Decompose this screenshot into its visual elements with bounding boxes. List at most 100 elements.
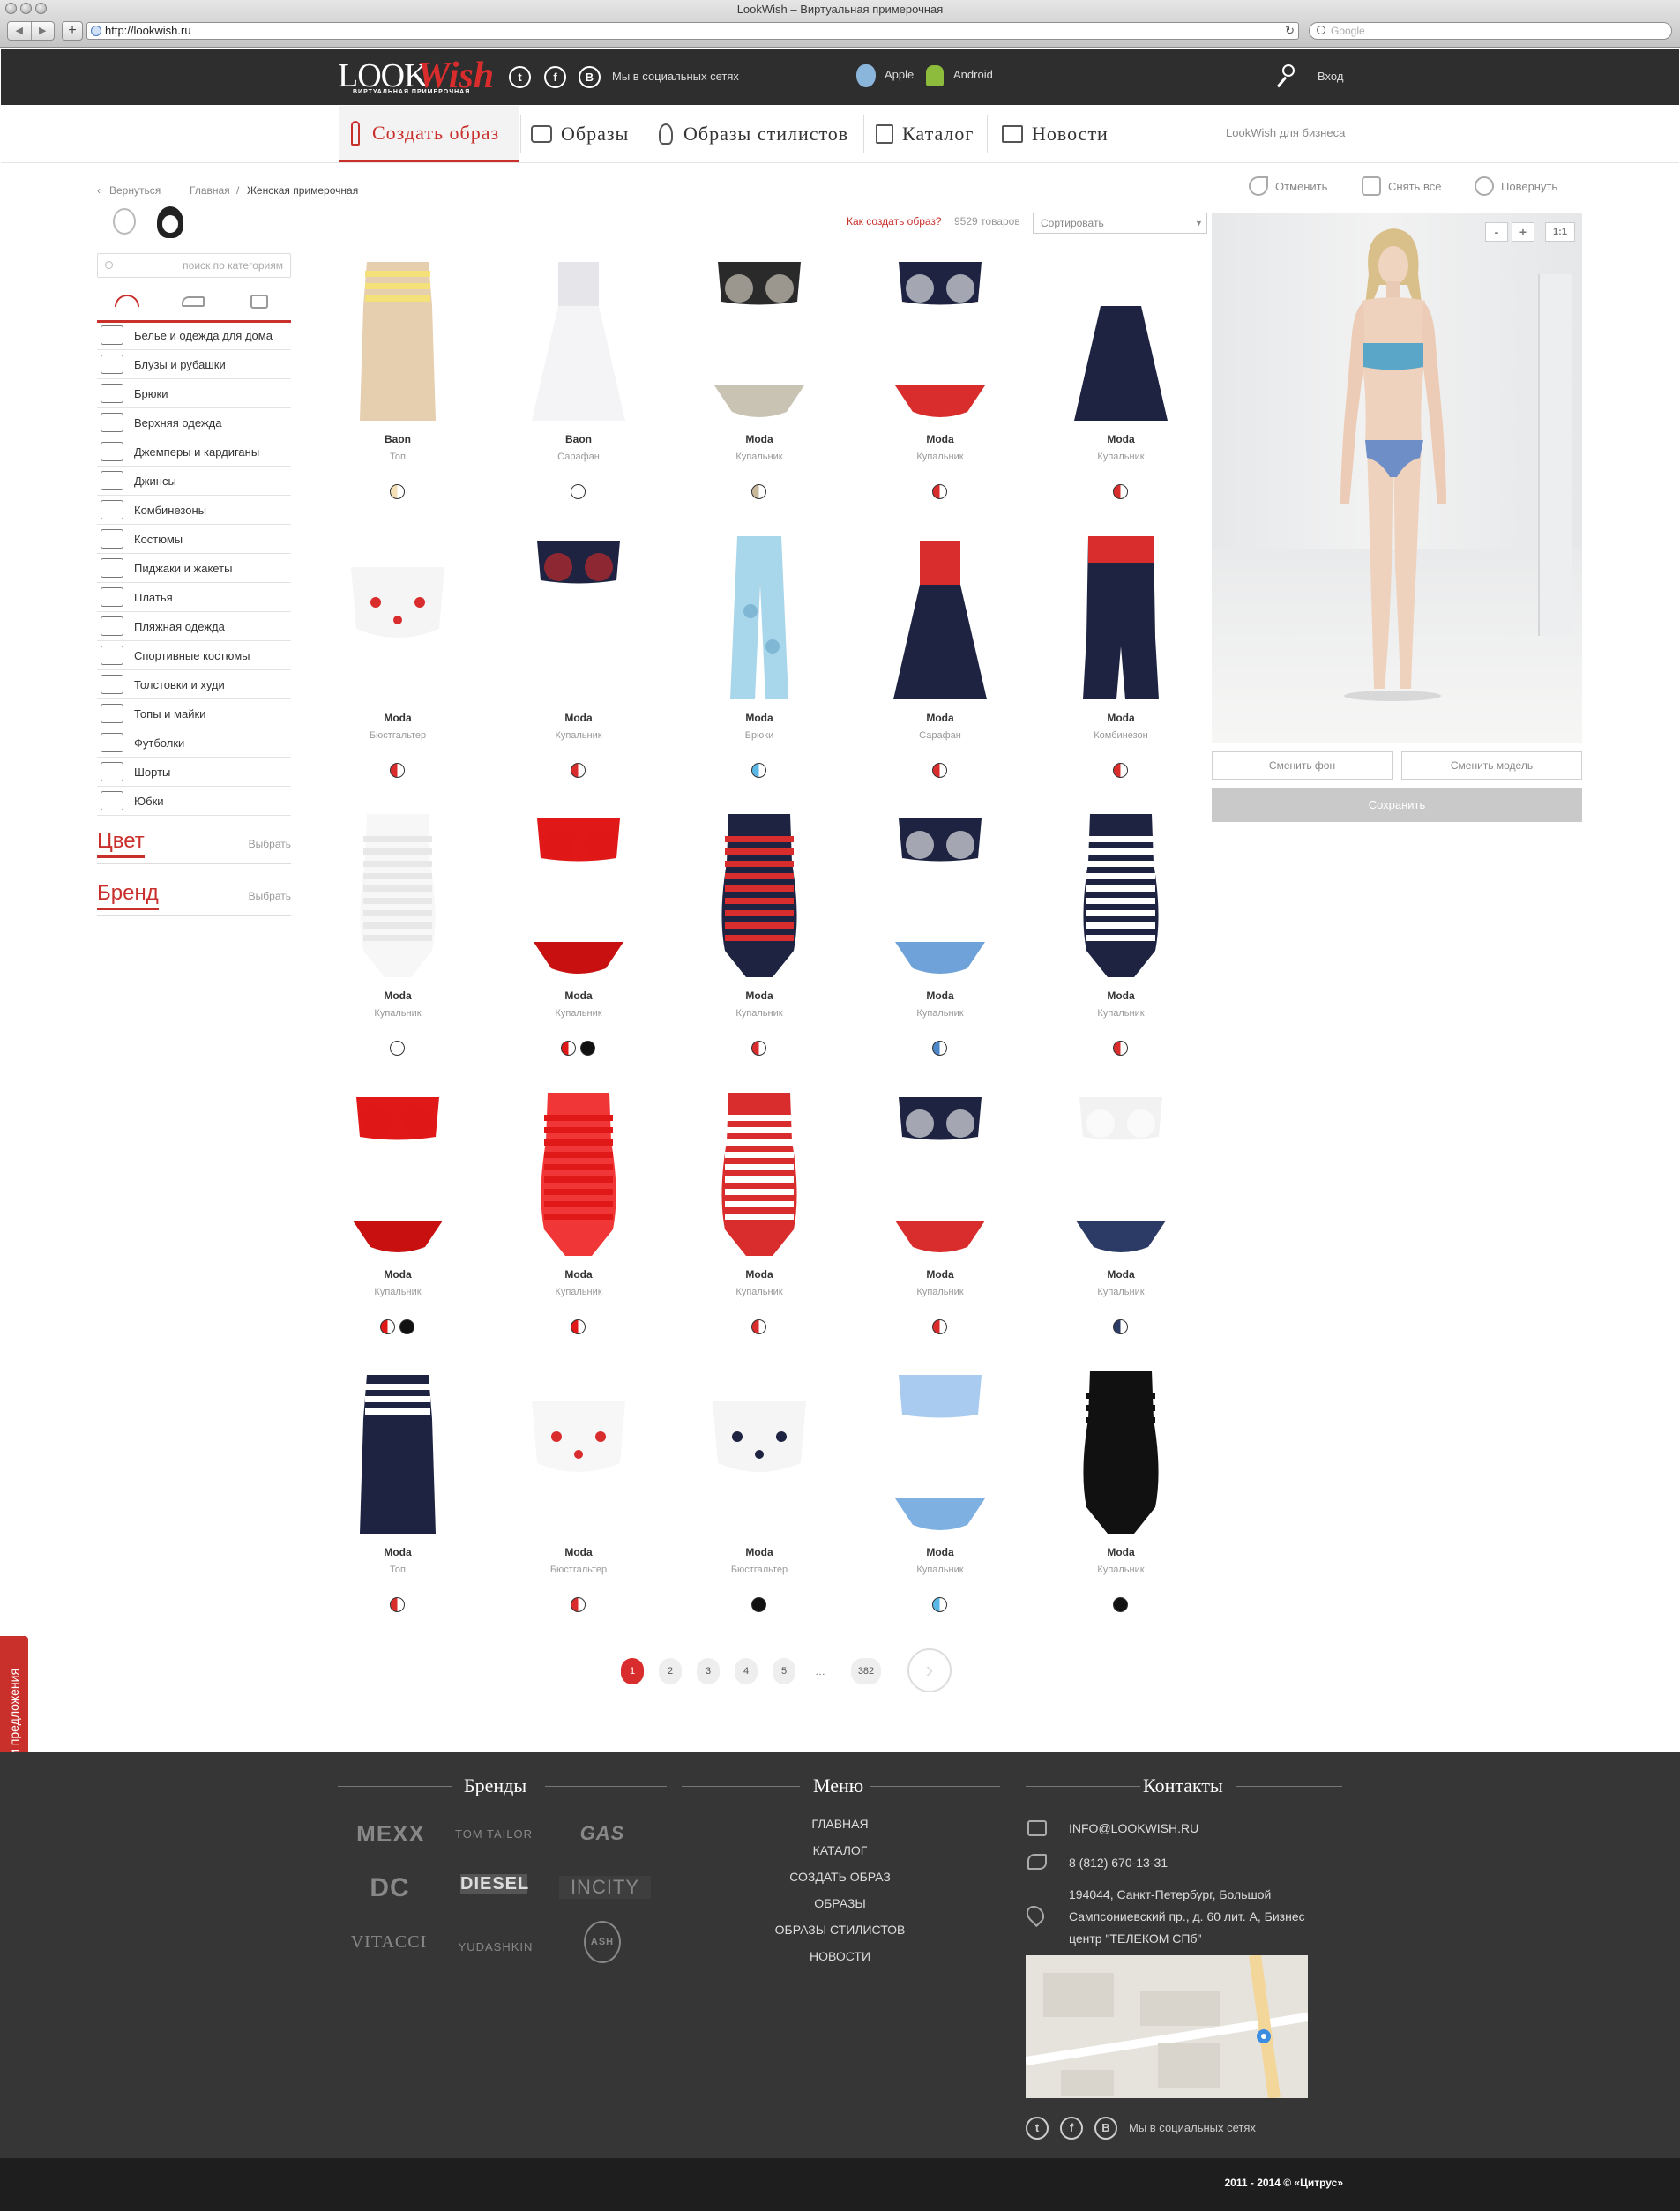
footer-menu-link[interactable]: НОВОСТИ xyxy=(741,1949,939,1963)
product-image[interactable] xyxy=(883,810,997,982)
female-avatar-icon[interactable] xyxy=(153,206,185,242)
business-link[interactable]: LookWish для бизнеса xyxy=(1226,126,1345,139)
minimize-window-button[interactable] xyxy=(20,3,32,14)
zoom-reset-button[interactable]: 1:1 xyxy=(1545,222,1575,242)
zoom-in-button[interactable]: + xyxy=(1512,222,1534,242)
product-image[interactable] xyxy=(883,1088,997,1260)
sidebar-item-category[interactable]: Толстовки и худи xyxy=(97,670,291,699)
change-model-button[interactable]: Сменить модель xyxy=(1401,751,1582,780)
sort-select[interactable]: Сортировать ▼ xyxy=(1033,213,1207,234)
color-swatch[interactable] xyxy=(751,484,766,499)
color-swatch[interactable] xyxy=(561,1041,576,1056)
nav-catalog[interactable]: Каталог xyxy=(876,106,976,162)
product-card[interactable]: Moda Брюки xyxy=(680,532,839,805)
how-to-link[interactable]: Как создать образ? xyxy=(847,215,942,228)
brand-logo-yudashkin[interactable]: YUDASHKIN xyxy=(446,1940,545,1953)
product-card[interactable]: Moda Купальник xyxy=(1042,1088,1200,1362)
product-image[interactable] xyxy=(1064,532,1178,704)
product-image[interactable] xyxy=(702,532,817,704)
new-tab-button[interactable]: + xyxy=(62,21,83,41)
next-page-button[interactable]: › xyxy=(907,1648,952,1692)
zoom-out-button[interactable]: - xyxy=(1485,222,1508,242)
hanger-icon[interactable] xyxy=(115,295,139,307)
brand-logo-tom-tailor[interactable]: TOM TAILOR xyxy=(445,1827,542,1841)
product-image[interactable] xyxy=(521,1366,636,1538)
close-window-button[interactable] xyxy=(5,3,17,14)
sidebar-item-category[interactable]: Брюки xyxy=(97,379,291,408)
undo-button[interactable]: Отменить xyxy=(1249,176,1327,196)
color-swatch[interactable] xyxy=(571,763,586,778)
zoom-window-button[interactable] xyxy=(35,3,47,14)
product-image[interactable] xyxy=(521,1088,636,1260)
product-image[interactable] xyxy=(340,253,455,425)
page-button[interactable]: 3 xyxy=(697,1658,720,1684)
color-swatch[interactable] xyxy=(1113,1319,1128,1334)
sidebar-item-category[interactable]: Футболки xyxy=(97,728,291,758)
nav-create-look[interactable]: Создать образ xyxy=(339,106,519,162)
product-card[interactable]: Moda Купальник xyxy=(499,1088,658,1362)
browser-search-field[interactable]: Google xyxy=(1309,22,1672,40)
color-swatch[interactable] xyxy=(932,1041,947,1056)
nav-news[interactable]: Новости xyxy=(1002,106,1111,162)
color-swatch[interactable] xyxy=(390,1597,405,1612)
product-image[interactable] xyxy=(521,253,636,425)
color-swatch[interactable] xyxy=(571,484,586,499)
key-icon[interactable] xyxy=(1282,64,1295,77)
category-search-input[interactable]: поиск по категориям xyxy=(97,253,291,278)
address-bar[interactable]: http://lookwish.ru ↻ xyxy=(86,22,1299,40)
change-background-button[interactable]: Сменить фон xyxy=(1212,751,1393,780)
page-button[interactable]: 2 xyxy=(659,1658,682,1684)
sidebar-item-category[interactable]: Джинсы xyxy=(97,467,291,496)
product-image[interactable] xyxy=(1064,253,1178,425)
product-card[interactable]: Moda Купальник xyxy=(1042,1366,1200,1640)
footer-menu-link[interactable]: СОЗДАТЬ ОБРАЗ xyxy=(741,1870,939,1884)
product-card[interactable]: Moda Бюстгальтер xyxy=(318,532,477,805)
product-image[interactable] xyxy=(883,1366,997,1538)
color-filter-pick[interactable]: Выбрать xyxy=(249,838,291,850)
product-image[interactable] xyxy=(340,532,455,704)
color-swatch[interactable] xyxy=(751,1041,766,1056)
save-button[interactable]: Сохранить xyxy=(1212,788,1582,822)
color-swatch[interactable] xyxy=(932,763,947,778)
product-card[interactable]: Moda Купальник xyxy=(680,810,839,1083)
product-image[interactable] xyxy=(702,810,817,982)
color-swatch[interactable] xyxy=(1113,1041,1128,1056)
product-card[interactable]: Moda Сарафан xyxy=(861,532,1019,805)
brand-filter[interactable]: Бренд Выбрать xyxy=(97,881,291,916)
brand-logo-ash[interactable]: ASH xyxy=(584,1921,621,1963)
color-swatch[interactable] xyxy=(751,1597,766,1612)
product-card[interactable]: Moda Купальник xyxy=(318,1088,477,1362)
twitter-icon[interactable]: t xyxy=(1026,2117,1049,2140)
product-card[interactable]: Moda Купальник xyxy=(861,1088,1019,1362)
brand-filter-pick[interactable]: Выбрать xyxy=(249,890,291,902)
sidebar-item-category[interactable]: Блузы и рубашки xyxy=(97,350,291,379)
breadcrumb-home[interactable]: Главная xyxy=(190,184,230,197)
product-card[interactable]: Moda Купальник xyxy=(318,810,477,1083)
color-swatch[interactable] xyxy=(580,1041,595,1056)
forward-arrow-icon[interactable]: ▶ xyxy=(30,22,55,40)
product-card[interactable]: Moda Купальник xyxy=(499,532,658,805)
login-link[interactable]: Вход xyxy=(1318,70,1343,83)
color-swatch[interactable] xyxy=(380,1319,395,1334)
product-card[interactable]: Moda Купальник xyxy=(1042,253,1200,527)
back-arrow-icon[interactable]: ◀ xyxy=(8,22,31,40)
product-image[interactable] xyxy=(702,1366,817,1538)
bag-icon[interactable] xyxy=(250,295,268,309)
sidebar-item-category[interactable]: Пиджаки и жакеты xyxy=(97,554,291,583)
color-swatch[interactable] xyxy=(932,484,947,499)
product-image[interactable] xyxy=(1064,1366,1178,1538)
product-card[interactable]: Moda Купальник xyxy=(861,253,1019,527)
twitter-icon[interactable]: t xyxy=(509,66,531,88)
product-image[interactable] xyxy=(1064,810,1178,982)
product-card[interactable]: Moda Купальник xyxy=(680,253,839,527)
sidebar-item-category[interactable]: Платья xyxy=(97,583,291,612)
footer-menu-link[interactable]: ГЛАВНАЯ xyxy=(741,1817,939,1831)
brand-logo-vitacci[interactable]: VITACCI xyxy=(342,1932,436,1953)
android-link[interactable]: Android xyxy=(953,68,993,81)
color-swatch[interactable] xyxy=(1113,763,1128,778)
product-card[interactable]: Moda Комбинезон xyxy=(1042,532,1200,805)
color-swatch[interactable] xyxy=(751,763,766,778)
facebook-icon[interactable]: f xyxy=(1060,2117,1083,2140)
shoe-icon[interactable] xyxy=(182,296,205,307)
color-swatch[interactable] xyxy=(932,1597,947,1612)
